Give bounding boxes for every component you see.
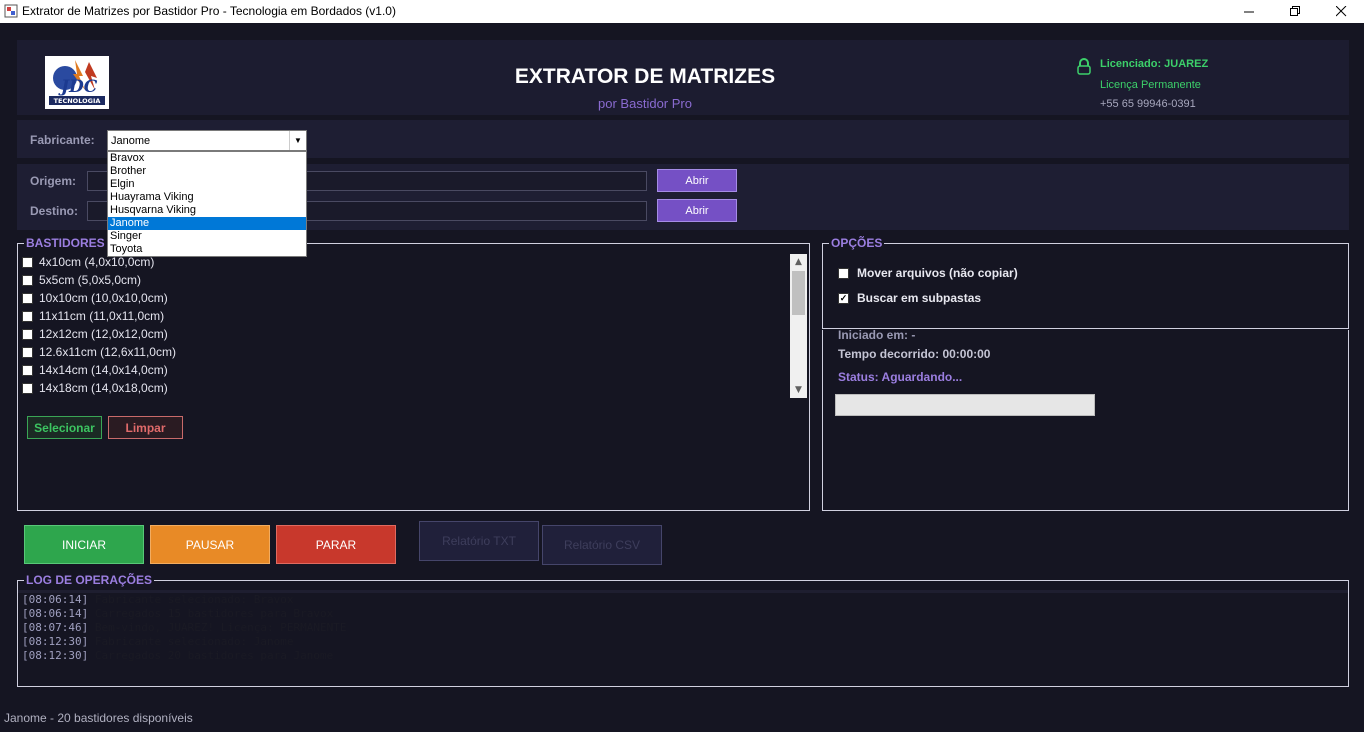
manufacturer-selected: Janome (111, 135, 151, 147)
title-bar: Extrator de Matrizes por Bastidor Pro - … (0, 0, 1364, 23)
log-output[interactable]: [08:06:14] Fabricante selecionado: Bravo… (18, 590, 1348, 686)
checkbox[interactable] (22, 256, 33, 268)
dropdown-option-toyota[interactable]: Toyota (108, 243, 306, 256)
list-item[interactable]: 14x18cm (14,0x18,0cm) (22, 379, 168, 397)
manufacturer-select[interactable]: Janome ▼ (107, 130, 307, 151)
destination-open-button[interactable]: Abrir (657, 199, 737, 222)
log-line: [08:12:30] Carregados 20 bastidores para… (22, 649, 334, 662)
checkbox[interactable] (22, 364, 33, 376)
destination-label: Destino: (30, 204, 78, 218)
stop-button[interactable]: PARAR (276, 525, 396, 564)
dropdown-option-bravox[interactable]: Bravox (108, 152, 306, 165)
checkbox[interactable] (22, 346, 33, 358)
list-item-label: 10x10cm (10,0x10,0cm) (39, 291, 168, 305)
list-item-label: 11x11cm (11,0x11,0cm) (39, 309, 165, 323)
clear-button[interactable]: Limpar (108, 416, 183, 439)
subfolders-label: Buscar em subpastas (857, 291, 982, 305)
close-icon (1335, 6, 1346, 17)
move-files-label: Mover arquivos (não copiar) (857, 266, 1018, 280)
checkbox[interactable] (22, 328, 33, 340)
page-subtitle: por Bastidor Pro (598, 96, 692, 111)
list-item[interactable]: 12x12cm (12,0x12,0cm) (22, 325, 168, 343)
restore-icon (1289, 6, 1300, 16)
window-title: Extrator de Matrizes por Bastidor Pro - … (22, 4, 396, 18)
dropdown-option-elgin[interactable]: Elgin (108, 178, 306, 191)
dropdown-option-singer[interactable]: Singer (108, 230, 306, 243)
app-icon (4, 4, 18, 18)
header-panel: JDC TECNOLOGIA EXTRATOR DE MATRIZES por … (17, 40, 1349, 115)
checkbox[interactable] (22, 292, 33, 304)
move-files-option[interactable]: Mover arquivos (não copiar) (838, 266, 1018, 280)
subfolders-option[interactable]: ✓ Buscar em subpastas (838, 291, 981, 305)
list-item[interactable]: 11x11cm (11,0x11,0cm) (22, 307, 164, 325)
options-group: OPÇÕES (822, 236, 1349, 329)
scroll-up-icon[interactable]: ▲ (790, 254, 807, 270)
scroll-thumb[interactable] (792, 271, 805, 315)
manufacturer-dropdown-list[interactable]: Bravox Brother Elgin Huayrama Viking Hus… (107, 151, 307, 257)
log-group-title: LOG DE OPERAÇÕES (24, 573, 155, 587)
dropdown-option-huayrama-viking[interactable]: Huayrama Viking (108, 191, 306, 204)
checkbox[interactable] (22, 310, 33, 322)
start-button[interactable]: INICIAR (24, 525, 144, 564)
pause-button[interactable]: PAUSAR (150, 525, 270, 564)
log-line: [08:07:46] Bem-vindo, JUAREZ! Licença: P… (22, 621, 347, 634)
scroll-down-icon[interactable]: ▼ (790, 382, 807, 398)
dropdown-option-husqvarna-viking[interactable]: Husqvarna Viking (108, 204, 306, 217)
license-type: Licença Permanente (1100, 79, 1201, 91)
options-group-title: OPÇÕES (829, 236, 885, 250)
report-csv-button[interactable]: Relatório CSV (542, 525, 662, 565)
minimize-button[interactable] (1226, 0, 1272, 23)
hoops-scrollbar[interactable]: ▲ ▼ (790, 254, 807, 398)
chevron-down-icon[interactable]: ▼ (289, 131, 306, 150)
status-text: Status: Aguardando... (838, 370, 963, 384)
list-item-label: 5x5cm (5,0x5,0cm) (39, 273, 142, 287)
hoops-list[interactable]: 4x10cm (4,0x10,0cm) 5x5cm (5,0x5,0cm) 10… (18, 254, 808, 398)
list-item-label: 14x14cm (14,0x14,0cm) (39, 363, 168, 377)
origin-label: Origem: (30, 174, 77, 188)
checkbox[interactable] (22, 274, 33, 286)
origin-open-button[interactable]: Abrir (657, 169, 737, 192)
list-item-label: 14x18cm (14,0x18,0cm) (39, 381, 168, 395)
maximize-button[interactable] (1272, 0, 1318, 23)
started-at: Iniciado em: - (838, 328, 916, 342)
progress-bar (835, 394, 1095, 416)
report-txt-button[interactable]: Relatório TXT (419, 521, 539, 561)
hoops-group-title: BASTIDORES D (24, 236, 119, 250)
list-item[interactable]: 5x5cm (5,0x5,0cm) (22, 271, 141, 289)
dropdown-option-brother[interactable]: Brother (108, 165, 306, 178)
list-item[interactable]: 14x14cm (14,0x14,0cm) (22, 361, 168, 379)
select-all-button[interactable]: Selecionar (27, 416, 102, 439)
status-bar: Janome - 20 bastidores disponíveis (0, 707, 1364, 732)
elapsed-time: Tempo decorrido: 00:00:00 (838, 347, 991, 361)
close-button[interactable] (1318, 0, 1364, 23)
status-bar-text: Janome - 20 bastidores disponíveis (4, 711, 193, 725)
list-item-label: 4x10cm (4,0x10,0cm) (39, 255, 155, 269)
lock-icon (1077, 58, 1091, 75)
log-line: [08:06:14] Carregados 15 bastidores para… (22, 607, 334, 620)
license-user: Licenciado: JUAREZ (1100, 58, 1209, 70)
list-item[interactable]: 12.6x11cm (12,6x11,0cm) (22, 343, 176, 361)
list-item[interactable]: 10x10cm (10,0x10,0cm) (22, 289, 168, 307)
log-line: [08:12:30] Fabricante selecionado: Janom… (22, 635, 294, 648)
dropdown-option-janome[interactable]: Janome (108, 217, 306, 230)
phone-number: +55 65 99946-0391 (1100, 98, 1196, 110)
list-item-label: 12.6x11cm (12,6x11,0cm) (39, 345, 176, 359)
log-line: [08:06:14] Fabricante selecionado: Bravo… (22, 593, 294, 606)
subfolders-checkbox[interactable]: ✓ (838, 292, 849, 304)
manufacturer-label: Fabricante: (30, 133, 95, 147)
minimize-icon (1243, 11, 1254, 13)
move-files-checkbox[interactable] (838, 267, 849, 279)
checkbox[interactable] (22, 382, 33, 394)
list-item-label: 12x12cm (12,0x12,0cm) (39, 327, 168, 341)
